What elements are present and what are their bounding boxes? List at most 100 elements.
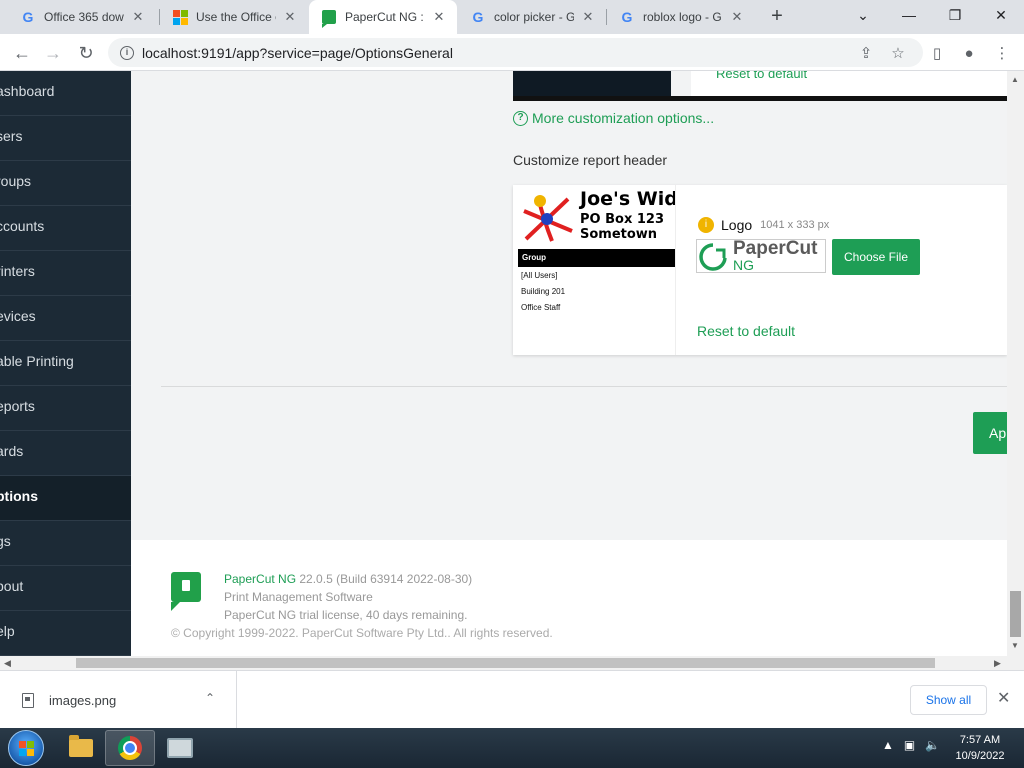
windows-logo-icon [19, 741, 34, 756]
scroll-right-icon[interactable]: ▶ [994, 656, 1001, 670]
horizontal-scroll-thumb[interactable] [76, 658, 935, 668]
vertical-scrollbar[interactable]: ▲ ▼ [1007, 71, 1024, 656]
sidebar-item-mobile-printing[interactable]: able Printing [0, 341, 131, 386]
site-info-icon[interactable]: i [120, 45, 134, 60]
sidebar-item-logs[interactable]: gs [0, 521, 131, 566]
scroll-down-icon[interactable]: ▼ [1011, 641, 1019, 650]
google-icon: G [621, 9, 633, 25]
logo-settings: i Logo 1041 x 333 px PaperCut NG Choose … [696, 217, 920, 275]
browser-tab-strip: G Office 365 dow ✕ Use the Office c ✕ Pa… [0, 0, 1024, 34]
close-icon[interactable]: ✕ [997, 688, 1010, 708]
help-circle-icon: ? [513, 110, 528, 126]
sidebar-item-users[interactable]: sers [0, 116, 131, 161]
sidebar-item-cards[interactable]: ards [0, 431, 131, 476]
show-hidden-icons[interactable]: ▲ [882, 738, 894, 752]
close-window-icon[interactable]: ✕ [978, 0, 1024, 30]
monitor-icon [167, 738, 193, 758]
close-tab-icon[interactable]: ✕ [729, 9, 745, 25]
browser-tab[interactable]: G Office 365 dow ✕ [8, 0, 156, 34]
share-icon[interactable]: ⇪ [855, 42, 877, 64]
page-footer: PaperCut NG 22.0.5 (Build 63914 2022-08-… [131, 540, 1007, 656]
preview-city-line: Sometown [580, 227, 658, 242]
side-panel-icon[interactable]: ▯ [926, 42, 948, 64]
sidebar-item-accounts[interactable]: ccounts [0, 206, 131, 251]
google-icon: G [22, 9, 34, 25]
clock-time: 7:57 AM [959, 734, 1001, 746]
restore-icon[interactable]: ❐ [932, 0, 978, 30]
logo-label-row: i Logo 1041 x 333 px [698, 217, 829, 233]
taskbar-clock[interactable]: 7:57 AM 10/9/2022 [950, 732, 1010, 764]
chrome-icon [118, 736, 142, 760]
sidebar-item-about[interactable]: bout [0, 566, 131, 611]
preview-row: [All Users] [521, 271, 558, 280]
menu-icon[interactable]: ⋮ [991, 42, 1013, 64]
logo-dimensions: 1041 x 333 px [760, 219, 830, 231]
browser-tab[interactable]: G color picker - G ✕ [458, 0, 606, 34]
forward-icon[interactable]: → [40, 40, 66, 66]
new-tab-button[interactable]: + [766, 6, 788, 28]
address-bar[interactable]: i localhost:9191/app?service=page/Option… [108, 38, 923, 67]
system-tray: ▲ ▣ 🔈 [882, 738, 940, 752]
microsoft-icon [172, 9, 188, 25]
preview-company-name: Joe's Widg [580, 188, 675, 210]
image-file-icon [22, 692, 34, 708]
footer-license: PaperCut NG trial license, 40 days remai… [224, 608, 468, 622]
more-customization-link[interactable]: ? More customization options... [513, 110, 714, 126]
network-icon[interactable]: ▣ [904, 738, 915, 752]
start-button[interactable] [8, 730, 44, 766]
browser-tab-active[interactable]: PaperCut NG : C ✕ [309, 0, 457, 34]
download-item[interactable]: images.png [0, 671, 237, 729]
footer-product-link[interactable]: PaperCut NG [224, 572, 296, 586]
download-filename: images.png [49, 692, 117, 708]
main-content: Reset to default ? More customization op… [131, 71, 1013, 540]
logo-reset-link[interactable]: Reset to default [697, 323, 795, 339]
tab-search-icon[interactable]: ⌄ [840, 0, 886, 30]
vertical-scroll-thumb[interactable] [1010, 591, 1021, 637]
browser-tab[interactable]: G roblox logo - G ✕ [607, 0, 755, 34]
choose-file-button[interactable]: Choose File [832, 239, 920, 275]
report-header-preview: Joe's Widg PO Box 123 Sometown Group [Al… [513, 185, 676, 355]
folder-icon [69, 735, 93, 757]
url-text: localhost:9191/app?service=page/OptionsG… [142, 44, 453, 61]
bookmark-star-icon[interactable]: ☆ [887, 42, 909, 64]
volume-icon[interactable]: 🔈 [925, 738, 940, 752]
sidebar-item-options[interactable]: ptions [0, 476, 131, 521]
theme-preview [513, 71, 671, 98]
theme-reset-link[interactable]: Reset to default [716, 71, 807, 81]
scroll-up-icon[interactable]: ▲ [1011, 75, 1019, 84]
close-tab-icon[interactable]: ✕ [431, 9, 447, 25]
sidebar-item-dashboard[interactable]: ashboard [0, 71, 131, 116]
chevron-up-icon[interactable]: ⌃ [205, 691, 215, 705]
close-tab-icon[interactable]: ✕ [130, 9, 146, 25]
close-tab-icon[interactable]: ✕ [282, 9, 298, 25]
sidebar-item-reports[interactable]: eports [0, 386, 131, 431]
logo-label: Logo [721, 217, 753, 233]
back-icon[interactable]: ← [9, 40, 35, 66]
sidebar-item-printers[interactable]: rinters [0, 251, 131, 296]
footer-copyright: © Copyright 1999-2022. PaperCut Software… [171, 626, 553, 640]
minimize-icon[interactable]: — [886, 0, 932, 30]
horizontal-scrollbar[interactable]: ◀ ▶ [0, 656, 1024, 670]
download-bar: images.png ⌃ Show all ✕ [0, 670, 1024, 729]
close-tab-icon[interactable]: ✕ [580, 9, 596, 25]
sidebar-item-help[interactable]: elp [0, 611, 131, 656]
windows-taskbar: ▲ ▣ 🔈 7:57 AM 10/9/2022 [0, 728, 1024, 768]
remote-desktop-button[interactable] [155, 730, 205, 766]
preview-row: Building 201 [521, 287, 566, 296]
sidebar-item-groups[interactable]: roups [0, 161, 131, 206]
scroll-left-icon[interactable]: ◀ [4, 656, 11, 670]
section-divider [161, 386, 1007, 387]
report-header-card: Joe's Widg PO Box 123 Sometown Group [Al… [513, 185, 1007, 355]
profile-icon[interactable]: ● [958, 42, 980, 64]
sidebar: ashboard sers roups ccounts rinters evic… [0, 71, 131, 656]
footer-version: 22.0.5 (Build 63914 2022-08-30) [299, 572, 473, 586]
show-all-button[interactable]: Show all [910, 685, 987, 715]
logo-brand-sub: NG [733, 257, 754, 273]
footer-version-line: PaperCut NG 22.0.5 (Build 63914 2022-08-… [224, 572, 472, 586]
reload-icon[interactable]: ↻ [73, 40, 99, 66]
file-explorer-button[interactable] [56, 730, 106, 766]
preview-address-line: PO Box 123 [580, 212, 664, 227]
sidebar-item-devices[interactable]: evices [0, 296, 131, 341]
chrome-taskbar-button[interactable] [105, 730, 155, 766]
browser-tab[interactable]: Use the Office c ✕ [160, 0, 308, 34]
